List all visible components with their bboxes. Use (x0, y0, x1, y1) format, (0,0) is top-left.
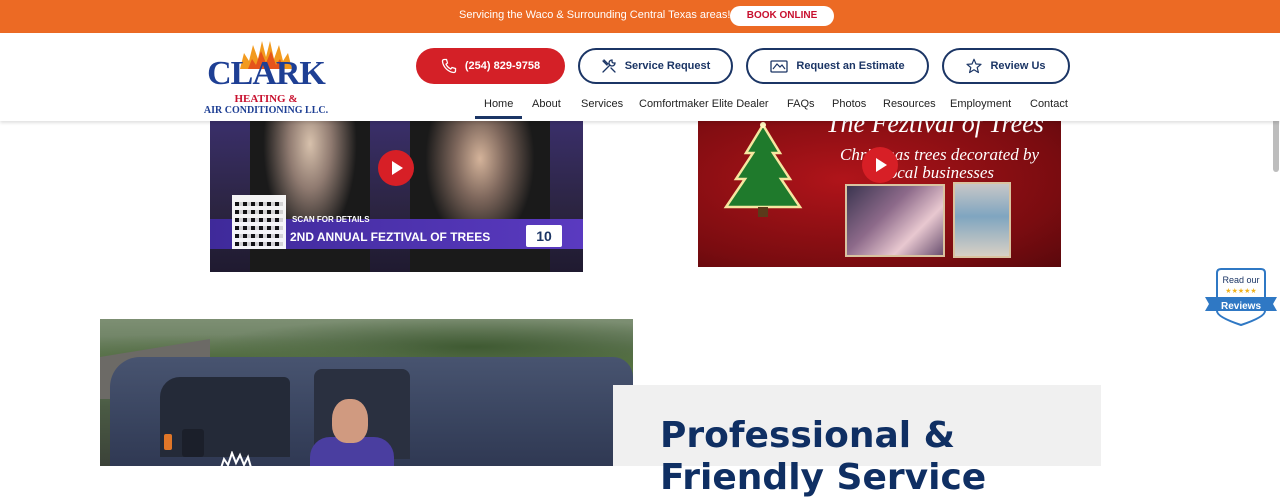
intro-card: Professional & Friendly Service (613, 385, 1101, 498)
phone-icon (441, 58, 457, 74)
announcement-text: Servicing the Waco & Surrounding Central… (459, 9, 731, 21)
announcement-bar: Servicing the Waco & Surrounding Central… (0, 0, 1280, 33)
site-header: CLARK HEATING & AIR CONDITIONING LLC. (2… (0, 33, 1280, 121)
video-feztival-promo[interactable]: The Feztival of Trees Christmas trees de… (698, 121, 1061, 267)
nav-comfortmaker[interactable]: Comfortmaker Elite Dealer (639, 98, 769, 110)
estimate-button[interactable]: Request an Estimate (746, 48, 929, 84)
badge-stars-icon: ★★★★★ (1225, 288, 1257, 295)
nav-active-indicator (475, 116, 522, 119)
nav-employment[interactable]: Employment (950, 98, 1011, 110)
estimate-label: Request an Estimate (796, 60, 905, 72)
service-request-label: Service Request (624, 60, 711, 72)
play-button-icon[interactable] (378, 150, 414, 186)
phone-number: (254) 829-9758 (464, 60, 541, 72)
logo-tagline-heating: HEATING & (234, 93, 298, 105)
video-promo-subtitle-2: local businesses (884, 163, 995, 182)
truck-mirror (182, 429, 204, 457)
tools-icon (602, 59, 616, 73)
nav-resources[interactable]: Resources (883, 98, 936, 110)
nav-services[interactable]: Services (581, 98, 623, 110)
technician-truck-photo (100, 319, 633, 466)
decorated-trees-photo (845, 184, 945, 257)
section-heading: Professional & Friendly Service (660, 415, 987, 498)
truck-decal-flame-icon (220, 451, 252, 466)
video-promo-title: The Feztival of Trees (826, 121, 1044, 138)
book-online-button[interactable]: BOOK ONLINE (730, 6, 834, 26)
phone-button[interactable]: (254) 829-9758 (416, 48, 565, 84)
logo-tagline-air: AIR CONDITIONING LLC. (203, 105, 329, 116)
nav-contact[interactable]: Contact (1030, 98, 1068, 110)
video-headline: 2ND ANNUAL FEZTIVAL OF TREES (290, 230, 491, 244)
video-feztival-news[interactable]: SCAN FOR DETAILS 2ND ANNUAL FEZTIVAL OF … (210, 121, 583, 272)
nav-photos[interactable]: Photos (832, 98, 866, 110)
badge-read-our: Read our (1222, 275, 1260, 285)
video-guest-figure (410, 121, 550, 272)
play-button-icon[interactable] (862, 147, 898, 183)
scan-label: SCAN FOR DETAILS (292, 215, 370, 224)
estimate-icon (770, 60, 789, 73)
nav-about[interactable]: About (532, 98, 561, 110)
truck-window-front (160, 377, 290, 457)
reviews-badge[interactable]: Read our ★★★★★ Reviews (1203, 267, 1279, 327)
badge-reviews-label: Reviews (1220, 301, 1262, 312)
company-logo[interactable]: CLARK HEATING & AIR CONDITIONING LLC. (202, 39, 330, 117)
review-us-button[interactable]: Review Us (942, 48, 1070, 84)
station-logo: 10 (526, 225, 562, 247)
nav-home[interactable]: Home (484, 98, 513, 110)
christmas-tree-icon (723, 122, 803, 217)
service-request-button[interactable]: Service Request (578, 48, 733, 84)
decorated-tree-photo (953, 182, 1011, 258)
logo-wordmark: CLARK (207, 55, 326, 92)
technician-head (332, 399, 368, 443)
nav-faqs[interactable]: FAQs (787, 98, 815, 110)
truck-marker-light (164, 434, 172, 450)
review-us-label: Review Us (990, 60, 1046, 72)
star-icon (966, 58, 983, 74)
qr-code (232, 195, 286, 249)
